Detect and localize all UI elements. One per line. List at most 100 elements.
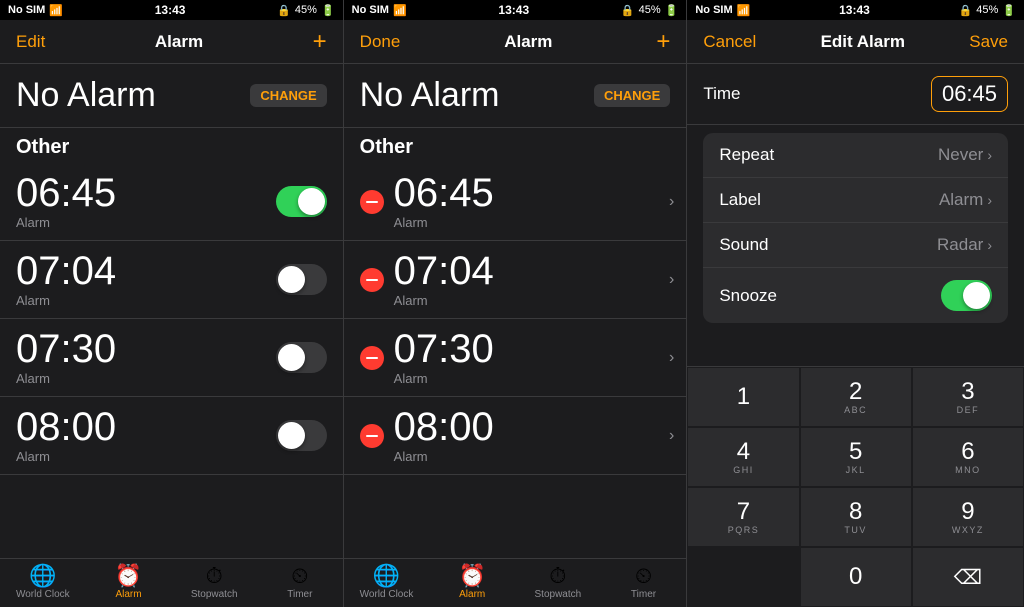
- alarm-item-left-3[interactable]: 08:00 Alarm: [0, 397, 343, 475]
- alarm-edit-info-2: 07:30 Alarm: [394, 329, 659, 386]
- alarm-edit-info-3: 08:00 Alarm: [394, 407, 659, 464]
- alarm-toggle-2[interactable]: [276, 342, 327, 373]
- alarm-item-left-1[interactable]: 07:04 Alarm: [0, 241, 343, 319]
- time-value[interactable]: 06:45: [931, 76, 1008, 112]
- tab-stopwatch-mid[interactable]: ⏱ Stopwatch: [515, 565, 601, 600]
- alarm-toggle-1[interactable]: [276, 264, 327, 295]
- key-4[interactable]: 4 GHI: [687, 427, 799, 487]
- key-2[interactable]: 2 ABC: [800, 367, 912, 427]
- sound-row[interactable]: Sound Radar ›: [703, 223, 1008, 268]
- add-alarm-button-mid[interactable]: +: [656, 28, 670, 56]
- alarm-edit-time-3: 08:00: [394, 407, 659, 447]
- alarm-edit-item-3[interactable]: 08:00 Alarm ›: [344, 397, 687, 475]
- chevron-icon-2: ›: [669, 349, 674, 367]
- timer-icon-left: ⏲: [291, 565, 308, 587]
- lock-icon-left: 🔒: [277, 4, 291, 17]
- alarm-edit-label-0: Alarm: [394, 215, 659, 230]
- repeat-label: Repeat: [719, 145, 774, 165]
- tab-label-alarm-mid: Alarm: [459, 589, 485, 600]
- alarm-edit-item-2[interactable]: 07:30 Alarm ›: [344, 319, 687, 397]
- label-value-text: Alarm: [939, 190, 983, 210]
- middle-panel: No SIM 📶 13:43 🔒 45% 🔋 Done Alarm + No A…: [344, 0, 688, 607]
- carrier-mid: No SIM 📶: [352, 4, 407, 17]
- key-5[interactable]: 5 JKL: [800, 427, 912, 487]
- alarm-edit-label-3: Alarm: [394, 449, 659, 464]
- key-1[interactable]: 1: [687, 367, 799, 427]
- key-9[interactable]: 9 WXYZ: [912, 487, 1024, 547]
- alarm-edit-item-0[interactable]: 06:45 Alarm ›: [344, 163, 687, 241]
- time-row[interactable]: Time 06:45: [687, 64, 1024, 125]
- tab-stopwatch-left[interactable]: ⏱ Stopwatch: [171, 565, 257, 600]
- tab-alarm-left[interactable]: ⏰ Alarm: [86, 565, 172, 600]
- add-alarm-button-left[interactable]: +: [313, 28, 327, 56]
- alarm-toggle-0[interactable]: [276, 186, 327, 217]
- key-num-3: 3: [961, 380, 974, 404]
- cancel-button[interactable]: Cancel: [703, 32, 756, 52]
- save-button[interactable]: Save: [969, 32, 1008, 52]
- no-alarm-row-left: No Alarm CHANGE: [0, 64, 343, 128]
- alarm-edit-time-0: 06:45: [394, 173, 659, 213]
- key-6[interactable]: 6 MNO: [912, 427, 1024, 487]
- time-right: 13:43: [839, 3, 870, 17]
- alarm-edit-item-1[interactable]: 07:04 Alarm ›: [344, 241, 687, 319]
- tab-world-clock-left[interactable]: 🌐 World Clock: [0, 565, 86, 600]
- battery-right: 🔒 45% 🔋: [959, 4, 1016, 17]
- alarm-time-1: 07:04: [16, 251, 116, 291]
- alarm-edit-info-1: 07:04 Alarm: [394, 251, 659, 308]
- edit-button[interactable]: Edit: [16, 32, 45, 52]
- key-sub-3: DEF: [957, 405, 980, 415]
- key-3[interactable]: 3 DEF: [912, 367, 1024, 427]
- battery-icon-right: 🔋: [1002, 4, 1016, 17]
- form-section: Repeat Never › Label Alarm › Sound Radar…: [703, 133, 1008, 323]
- repeat-value-text: Never: [938, 145, 983, 165]
- label-value: Alarm ›: [939, 190, 992, 210]
- alarm-time-0: 06:45: [16, 173, 116, 213]
- repeat-value: Never ›: [938, 145, 992, 165]
- section-title-mid: Other: [360, 136, 413, 158]
- section-header-left: Other: [0, 128, 343, 163]
- alarm-item-left-2[interactable]: 07:30 Alarm: [0, 319, 343, 397]
- repeat-row[interactable]: Repeat Never ›: [703, 133, 1008, 178]
- delete-alarm-0[interactable]: [360, 190, 384, 214]
- change-button-left[interactable]: CHANGE: [250, 84, 326, 107]
- alarm-edit-label-2: Alarm: [394, 371, 659, 386]
- chevron-icon-3: ›: [669, 427, 674, 445]
- snooze-toggle[interactable]: [941, 280, 992, 311]
- left-panel: No SIM 📶 13:43 🔒 45% 🔋 Edit Alarm + No A…: [0, 0, 344, 607]
- key-sub-5: JKL: [846, 465, 866, 475]
- key-sub-9: WXYZ: [952, 525, 984, 535]
- delete-alarm-3[interactable]: [360, 424, 384, 448]
- battery-pct-mid: 45%: [639, 4, 661, 16]
- snooze-label: Snooze: [719, 286, 777, 306]
- time-mid: 13:43: [498, 3, 529, 17]
- sound-label: Sound: [719, 235, 768, 255]
- tab-timer-left[interactable]: ⏲ Timer: [257, 565, 343, 600]
- no-alarm-text-left: No Alarm: [16, 76, 156, 115]
- key-7[interactable]: 7 PQRS: [687, 487, 799, 547]
- delete-alarm-1[interactable]: [360, 268, 384, 292]
- delete-key[interactable]: ⌫: [912, 547, 1024, 607]
- key-num-7: 7: [737, 500, 750, 524]
- repeat-chevron-icon: ›: [987, 147, 992, 163]
- change-button-mid[interactable]: CHANGE: [594, 84, 670, 107]
- done-button[interactable]: Done: [360, 32, 401, 52]
- key-num-6: 6: [961, 440, 974, 464]
- tab-timer-mid[interactable]: ⏲ Timer: [601, 565, 687, 600]
- tab-alarm-mid[interactable]: ⏰ Alarm: [429, 565, 515, 600]
- backspace-icon: ⌫: [954, 565, 982, 590]
- key-0[interactable]: 0: [800, 547, 912, 607]
- tab-world-clock-mid[interactable]: 🌐 World Clock: [344, 565, 430, 600]
- key-sub-6: MNO: [955, 465, 981, 475]
- key-8[interactable]: 8 TUV: [800, 487, 912, 547]
- alarm-time-3: 08:00: [16, 407, 116, 447]
- globe-icon-mid: 🌐: [373, 565, 400, 587]
- sound-chevron-icon: ›: [987, 237, 992, 253]
- snooze-row[interactable]: Snooze: [703, 268, 1008, 323]
- alarm-toggle-3[interactable]: [276, 420, 327, 451]
- stopwatch-icon-mid: ⏱: [549, 565, 566, 587]
- label-row[interactable]: Label Alarm ›: [703, 178, 1008, 223]
- delete-alarm-2[interactable]: [360, 346, 384, 370]
- nav-title-mid: Alarm: [504, 32, 552, 52]
- battery-left: 🔒 45% 🔋: [277, 4, 334, 17]
- alarm-item-left-0[interactable]: 06:45 Alarm: [0, 163, 343, 241]
